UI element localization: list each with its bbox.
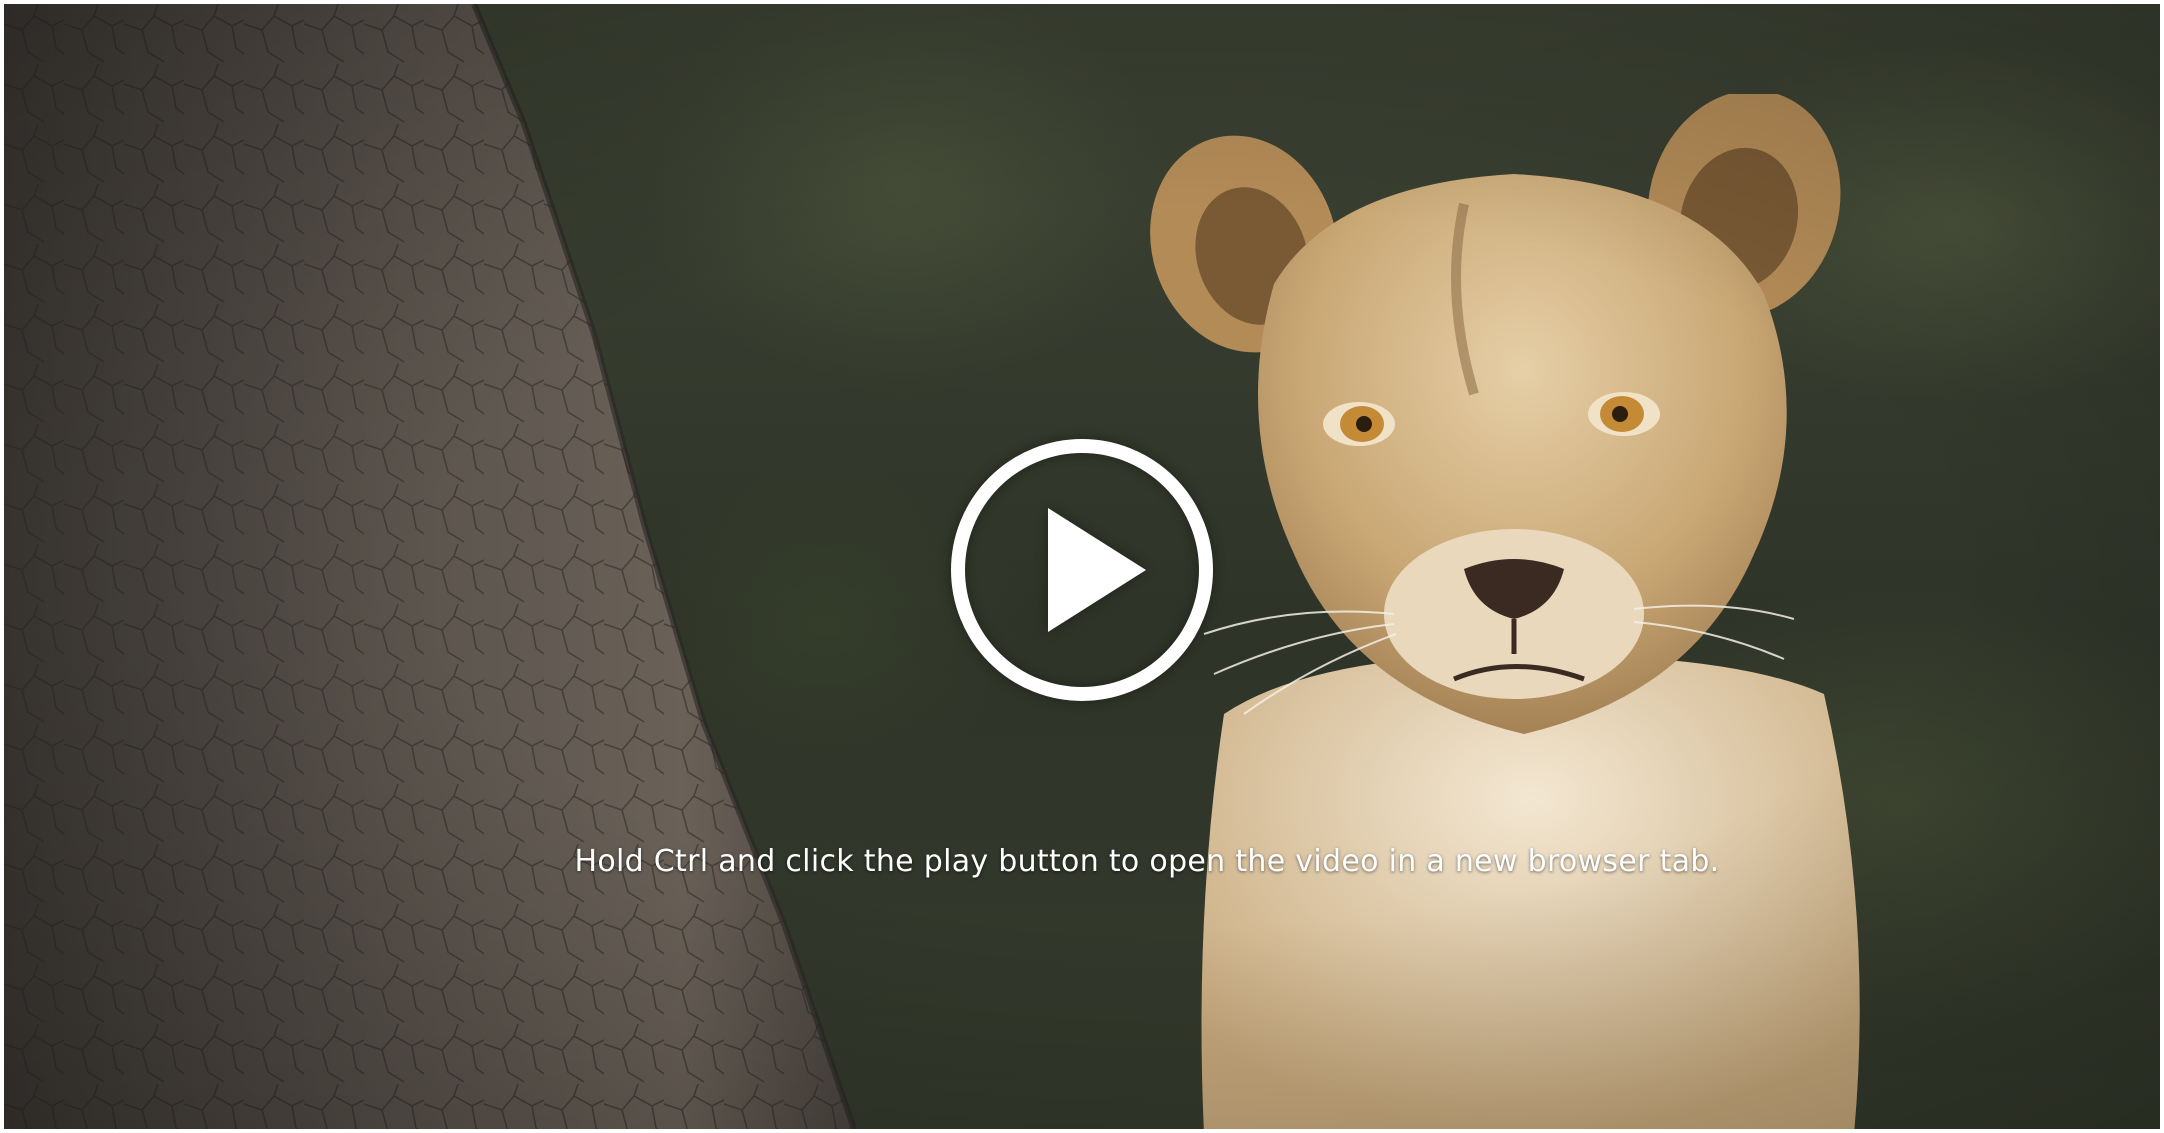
ctrl-click-hint-text: Hold Ctrl and click the play button to o… xyxy=(574,844,1720,879)
play-circle-icon xyxy=(951,439,1213,701)
termite-mound-image xyxy=(4,4,857,1129)
play-button[interactable] xyxy=(948,436,1216,704)
video-player[interactable]: Hold Ctrl and click the play button to o… xyxy=(4,4,2160,1129)
lioness-image xyxy=(1150,94,1860,1129)
